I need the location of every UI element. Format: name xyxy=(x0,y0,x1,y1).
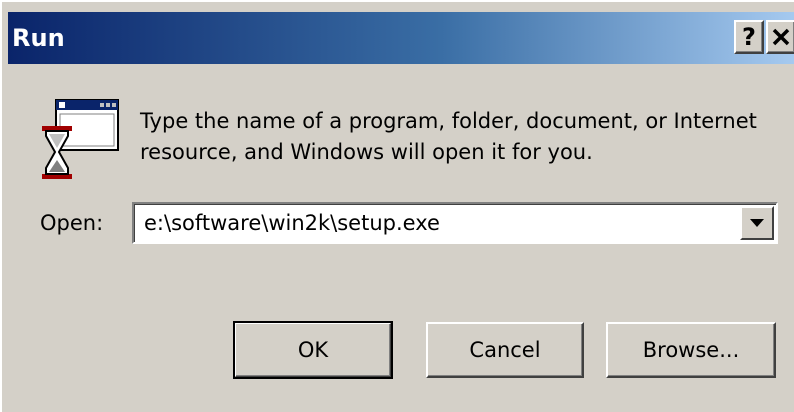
open-combobox[interactable] xyxy=(132,202,778,244)
cancel-button[interactable]: Cancel xyxy=(426,322,584,378)
run-program-icon xyxy=(42,99,119,179)
open-label: Open: xyxy=(40,211,104,235)
description-text: Type the name of a program, folder, docu… xyxy=(140,109,757,164)
close-button[interactable] xyxy=(766,20,794,54)
open-input[interactable] xyxy=(140,206,736,240)
title-bar[interactable]: Run ? xyxy=(8,12,794,64)
browse-button[interactable]: Browse... xyxy=(606,322,776,378)
close-icon xyxy=(772,28,790,46)
open-dropdown-button[interactable] xyxy=(740,206,774,240)
help-button[interactable]: ? xyxy=(734,20,764,54)
chevron-down-icon xyxy=(750,219,764,227)
run-dialog: Run ? Type the name of a program, folder… xyxy=(0,0,794,412)
ok-button[interactable]: OK xyxy=(233,321,393,379)
window-title: Run xyxy=(12,24,65,52)
